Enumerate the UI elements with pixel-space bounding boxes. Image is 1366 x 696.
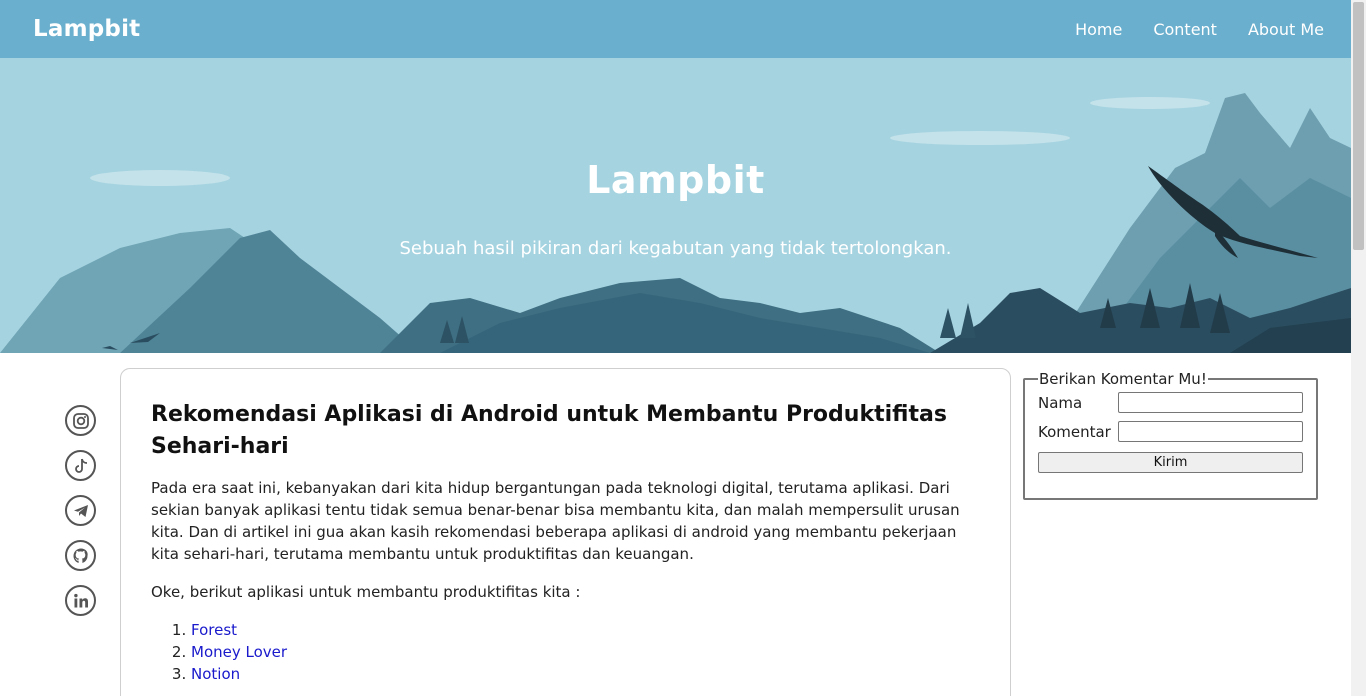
app-list: Forest Money Lover Notion — [151, 619, 980, 685]
nav-links: Home Content About Me — [1075, 20, 1324, 39]
tiktok-icon[interactable] — [65, 450, 96, 481]
article-card: Rekomendasi Aplikasi di Android untuk Me… — [120, 368, 1011, 696]
app-link-forest[interactable]: Forest — [191, 621, 237, 639]
name-field[interactable] — [1118, 392, 1303, 413]
linkedin-icon[interactable] — [65, 585, 96, 616]
github-icon[interactable] — [65, 540, 96, 571]
list-item: Money Lover — [191, 641, 980, 663]
page-scrollbar[interactable] — [1351, 0, 1366, 696]
article-title: Rekomendasi Aplikasi di Android untuk Me… — [151, 402, 947, 459]
name-row: Nama — [1038, 392, 1303, 413]
article-intro-paragraph: Pada era saat ini, kebanyakan dari kita … — [151, 479, 960, 563]
nav-link-home[interactable]: Home — [1075, 20, 1122, 39]
hero-banner: Lampbit Sebuah hasil pikiran dari kegabu… — [0, 58, 1351, 353]
hero-subtitle: Sebuah hasil pikiran dari kegabutan yang… — [399, 238, 952, 259]
app-link-notion[interactable]: Notion — [191, 665, 240, 683]
comment-label: Komentar — [1038, 422, 1111, 441]
comment-form: Berikan Komentar Mu! Nama Komentar Kirim — [1023, 370, 1318, 500]
navbar: Lampbit Home Content About Me — [0, 0, 1351, 58]
nav-link-about-me[interactable]: About Me — [1248, 20, 1324, 39]
mountain-landscape-illustration — [0, 93, 1351, 353]
list-item: Notion — [191, 663, 980, 685]
article-list-intro: Oke, berikut aplikasi untuk membantu pro… — [151, 583, 581, 601]
social-links — [65, 405, 96, 616]
app-link-money-lover[interactable]: Money Lover — [191, 643, 287, 661]
brand-logo[interactable]: Lampbit — [33, 16, 140, 42]
hero-title: Lampbit — [586, 158, 765, 202]
telegram-icon[interactable] — [65, 495, 96, 526]
instagram-icon[interactable] — [65, 405, 96, 436]
comment-row: Komentar — [1038, 421, 1303, 442]
name-label: Nama — [1038, 393, 1083, 412]
comment-form-legend: Berikan Komentar Mu! — [1039, 370, 1207, 388]
nav-link-content[interactable]: Content — [1153, 20, 1217, 39]
scrollbar-thumb[interactable] — [1353, 2, 1364, 250]
comment-field[interactable] — [1118, 421, 1303, 442]
list-item: Forest — [191, 619, 980, 641]
submit-button[interactable]: Kirim — [1038, 452, 1303, 473]
